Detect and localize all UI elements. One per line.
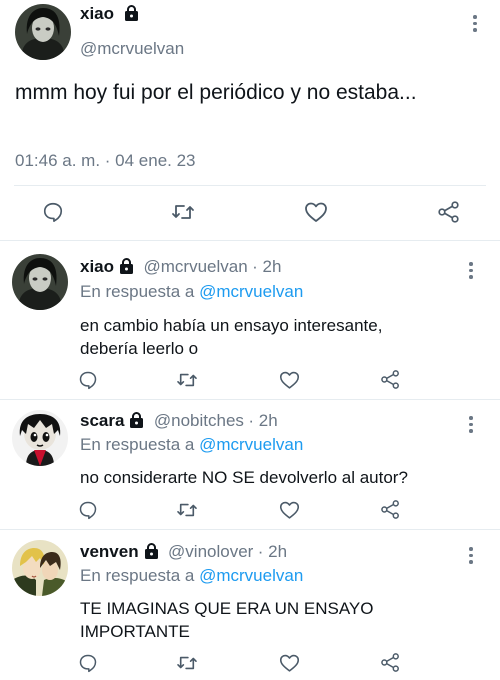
reply-prefix: En respuesta a	[80, 566, 195, 585]
avatar[interactable]	[12, 410, 68, 466]
time-ago[interactable]: · 2h	[258, 542, 287, 561]
lock-icon	[124, 5, 138, 21]
like-icon[interactable]	[279, 370, 300, 390]
reply-context: En respuesta a @mcrvuelvan	[80, 435, 303, 455]
reply-icon[interactable]	[78, 500, 98, 520]
more-icon[interactable]	[468, 262, 474, 282]
display-name[interactable]: scara	[80, 411, 124, 430]
username[interactable]: @vinolover	[168, 542, 253, 561]
reply-context: En respuesta a @mcrvuelvan	[80, 566, 303, 586]
username[interactable]: @nobitches	[154, 411, 244, 430]
display-name[interactable]: xiao	[80, 4, 139, 24]
reply-header: scara @nobitches · 2h	[80, 411, 278, 431]
tweet-text: no considerarte NO SE devolverlo al auto…	[80, 468, 408, 487]
share-icon[interactable]	[437, 200, 461, 224]
avatar[interactable]	[12, 540, 68, 596]
display-name-text: xiao	[80, 4, 115, 23]
time-ago[interactable]: · 2h	[252, 257, 281, 276]
display-name[interactable]: venven	[80, 542, 139, 561]
share-icon[interactable]	[380, 652, 401, 673]
divider	[0, 529, 500, 530]
mention-link[interactable]: @mcrvuelvan	[199, 566, 303, 585]
more-icon[interactable]	[468, 416, 474, 436]
like-icon[interactable]	[279, 653, 300, 673]
mention-link[interactable]: @mcrvuelvan	[199, 282, 303, 301]
lock-icon	[130, 412, 144, 428]
reply-icon[interactable]	[42, 201, 64, 223]
retweet-icon[interactable]	[171, 202, 195, 222]
divider	[0, 240, 500, 241]
divider	[0, 399, 500, 400]
divider	[14, 185, 486, 186]
time-ago[interactable]: · 2h	[248, 411, 277, 430]
retweet-icon[interactable]	[176, 501, 198, 519]
avatar[interactable]	[12, 254, 68, 310]
like-icon[interactable]	[304, 201, 328, 223]
lock-icon	[120, 258, 134, 274]
reply-header: xiao @mcrvuelvan · 2h	[80, 257, 281, 277]
reply-prefix: En respuesta a	[80, 435, 195, 454]
retweet-icon[interactable]	[176, 654, 198, 672]
username[interactable]: @mcrvuelvan	[143, 257, 247, 276]
lock-icon	[144, 543, 158, 559]
share-icon[interactable]	[380, 369, 401, 390]
reply-header: venven @vinolover · 2h	[80, 542, 287, 562]
mention-link[interactable]: @mcrvuelvan	[199, 435, 303, 454]
display-name[interactable]: xiao	[80, 257, 114, 276]
username[interactable]: @mcrvuelvan	[80, 39, 184, 59]
avatar[interactable]	[15, 4, 71, 60]
tweet-text: mmm hoy fui por el periódico y no estaba…	[15, 81, 417, 104]
more-icon[interactable]	[472, 15, 478, 35]
reply-icon[interactable]	[78, 370, 98, 390]
share-icon[interactable]	[380, 499, 401, 520]
tweet-text: TE IMAGINAS QUE ERA UN ENSAYO IMPORTANTE	[80, 599, 374, 641]
more-icon[interactable]	[468, 547, 474, 567]
like-icon[interactable]	[279, 500, 300, 520]
timestamp[interactable]: 01:46 a. m. · 04 ene. 23	[15, 151, 196, 171]
tweet-text: en cambio había un ensayo interesante, d…	[80, 316, 383, 358]
reply-icon[interactable]	[78, 653, 98, 673]
reply-prefix: En respuesta a	[80, 282, 195, 301]
retweet-icon[interactable]	[176, 371, 198, 389]
reply-context: En respuesta a @mcrvuelvan	[80, 282, 303, 302]
